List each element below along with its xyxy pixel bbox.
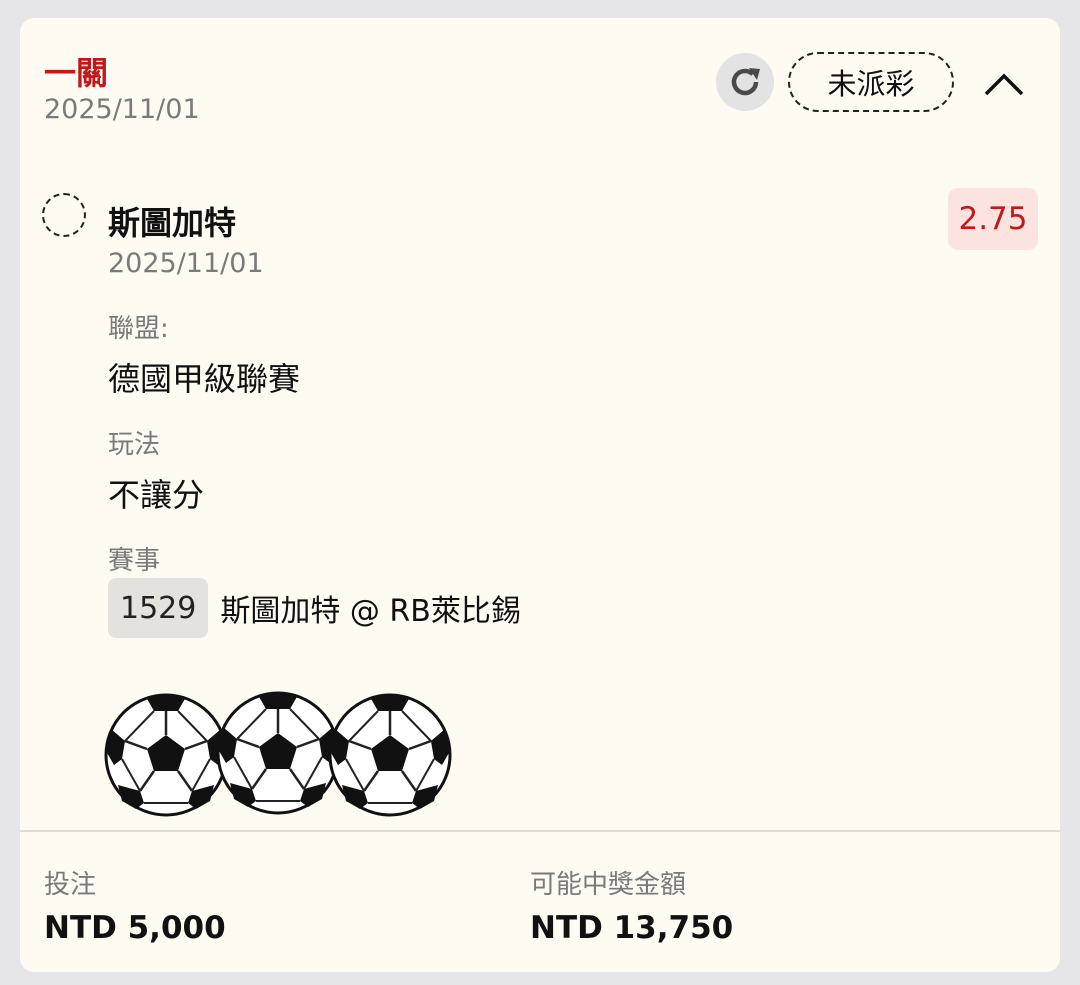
event-row: 1529 斯圖加特 @ RB萊比錫 xyxy=(108,578,521,638)
league-value: 德國甲級聯賽 xyxy=(108,360,301,398)
odds-badge: 2.75 xyxy=(948,188,1038,250)
soccer-ball-icon xyxy=(328,692,452,817)
league-label: 聯盟: xyxy=(108,314,169,344)
soccer-ball-stickers xyxy=(104,690,452,817)
collapse-button[interactable] xyxy=(982,62,1026,106)
selection-circle[interactable] xyxy=(42,193,86,237)
chevron-up-icon xyxy=(984,73,1024,96)
refresh-icon xyxy=(731,68,760,96)
event-teams: 斯圖加特 @ RB萊比錫 xyxy=(220,594,521,629)
status-label: 未派彩 xyxy=(827,67,915,101)
soccer-ball-icon xyxy=(104,692,228,817)
odds-value: 2.75 xyxy=(958,201,1028,237)
refresh-button[interactable] xyxy=(716,53,774,111)
bet-date: 2025/11/01 xyxy=(44,94,200,125)
play-type-label: 玩法 xyxy=(108,430,161,460)
bet-ticket-card: 一關 2025/11/01 未派彩 斯圖加特 2025/11/01 2.75 聯… xyxy=(20,18,1060,972)
potential-payout-value: NTD 13,750 xyxy=(530,910,734,946)
ticket-footer xyxy=(20,832,1060,972)
soccer-ball-icon xyxy=(216,690,340,815)
bet-type-label: 一關 xyxy=(44,54,109,92)
stake-label: 投注 xyxy=(44,870,97,900)
status-badge: 未派彩 xyxy=(788,52,954,112)
stake-value: NTD 5,000 xyxy=(44,910,226,946)
event-label: 賽事 xyxy=(108,546,161,576)
match-date: 2025/11/01 xyxy=(108,248,264,279)
event-number-badge: 1529 xyxy=(108,578,209,638)
play-type-value: 不讓分 xyxy=(108,476,205,514)
selection-team: 斯圖加特 xyxy=(108,204,237,242)
potential-payout-label: 可能中獎金額 xyxy=(530,870,687,900)
